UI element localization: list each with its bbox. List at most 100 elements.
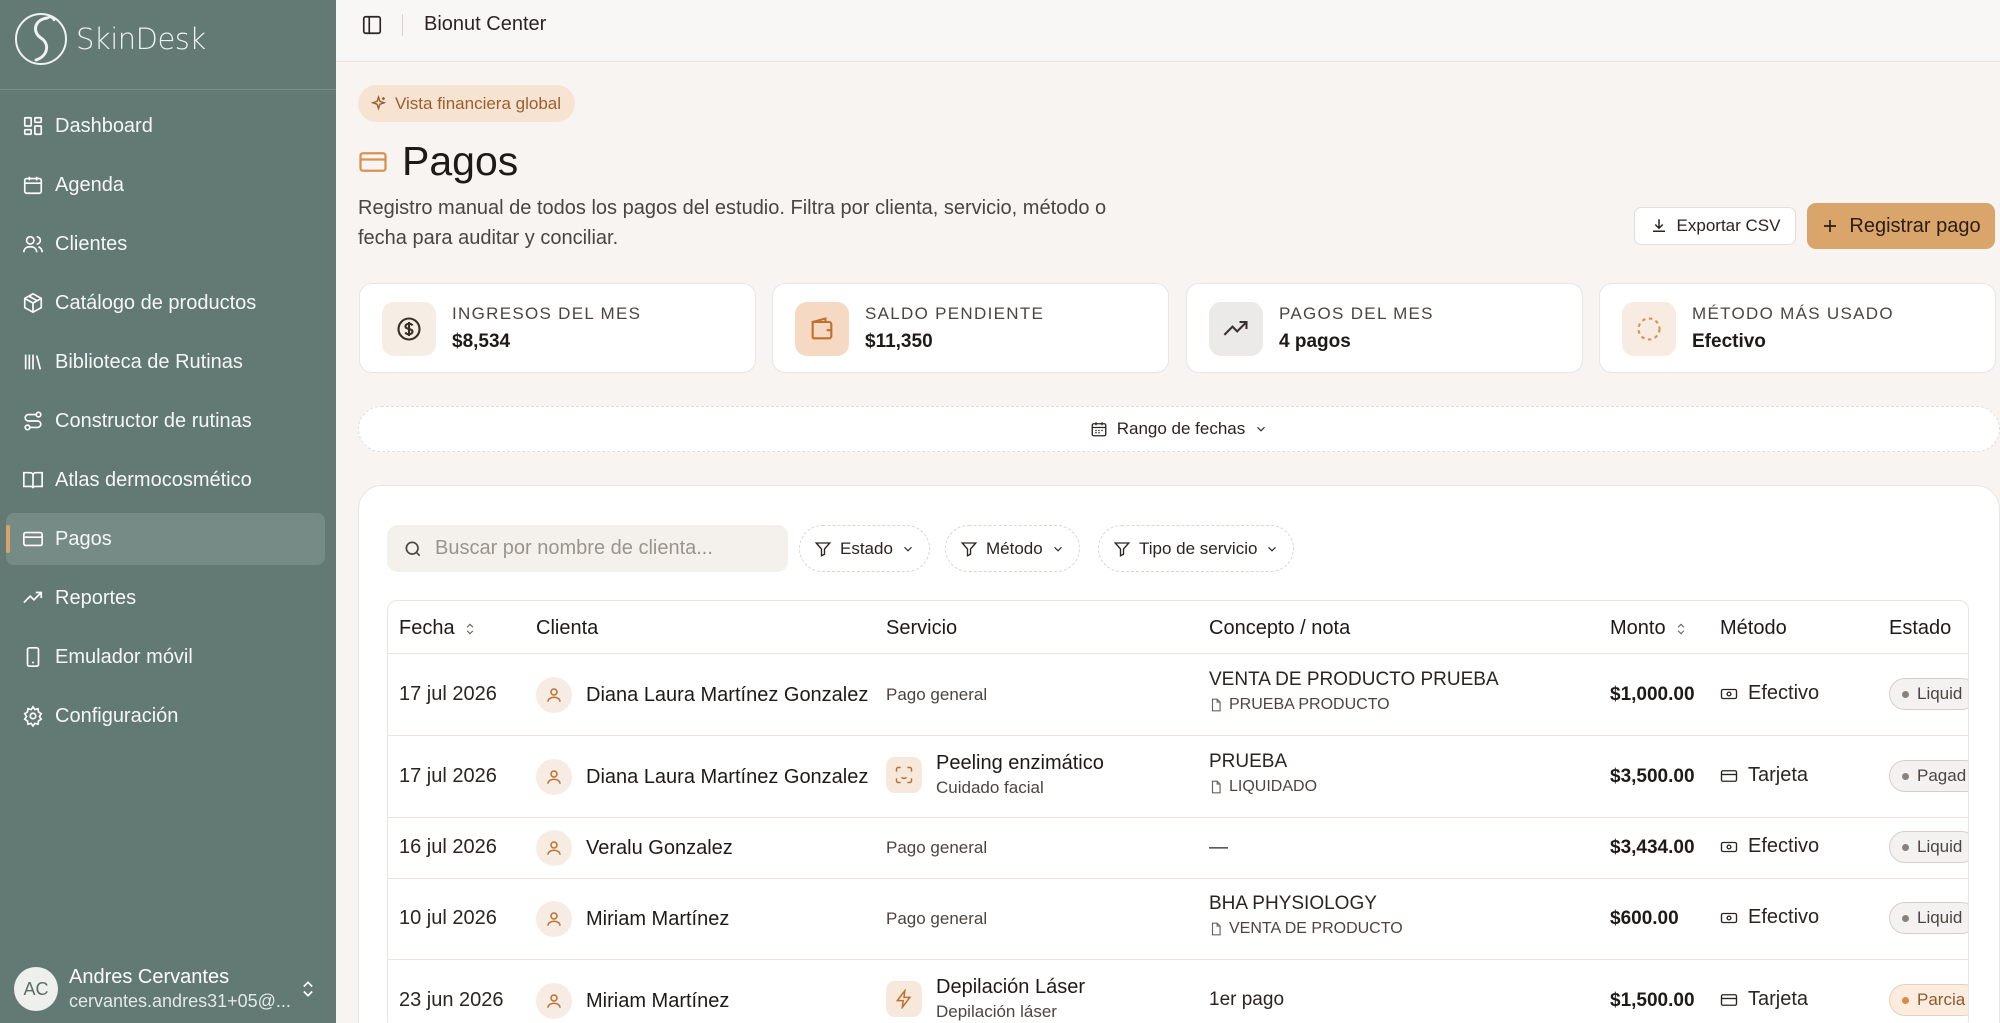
row-concept: 1er pago	[1209, 989, 1285, 1010]
export-csv-button[interactable]: Exportar CSV	[1634, 207, 1796, 245]
row-method: Efectivo	[1720, 682, 1819, 705]
stat-icon-wrap	[795, 302, 849, 356]
register-payment-button[interactable]: Registrar pago	[1807, 203, 1995, 249]
stat-value: $11,350	[865, 331, 933, 352]
table-row[interactable]: 23 jun 2026 Miriam Martínez Depilación L…	[388, 960, 1968, 1023]
row-concept: VENTA DE PRODUCTO PRUEBA PRUEBA PRODUCTO	[1209, 666, 1499, 714]
page-title-wrap: Pagos	[358, 138, 518, 185]
column-header-estado: Estado	[1889, 617, 1951, 640]
sidebar-item-label: Reportes	[55, 586, 137, 609]
row-concept: BHA PHYSIOLOGY VENTA DE PRODUCTO	[1209, 890, 1403, 938]
filter-metodo[interactable]: Método	[945, 525, 1080, 572]
breadcrumb[interactable]: Bionut Center	[424, 13, 546, 36]
page-title: Pagos	[402, 138, 519, 184]
sidebar-item-biblioteca[interactable]: Biblioteca de Rutinas	[6, 336, 325, 388]
client-name: Diana Laura Martínez Gonzalez	[586, 765, 869, 788]
face-scan-icon	[895, 766, 913, 784]
dashboard-icon	[23, 116, 43, 136]
sidebar-item-pagos[interactable]: Pagos	[6, 513, 325, 565]
sidebar-item-catalogo[interactable]: Catálogo de productos	[6, 277, 325, 329]
filter-tipo-servicio[interactable]: Tipo de servicio	[1098, 525, 1295, 572]
column-header-monto[interactable]: Monto	[1610, 617, 1688, 640]
sidebar-divider	[0, 89, 336, 90]
banknote-icon	[1720, 912, 1738, 923]
stat-card-pagos-mes: PAGOS DEL MES 4 pagos	[1186, 283, 1583, 373]
column-header-fecha[interactable]: Fecha	[399, 617, 477, 640]
client-name: Miriam Martínez	[586, 907, 730, 930]
client-name: Veralu Gonzalez	[586, 836, 733, 859]
sparkles-icon	[370, 95, 387, 111]
status-label: Pagad	[1917, 766, 1967, 785]
route-icon	[24, 411, 42, 431]
user-name: Andres Cervantes	[69, 966, 230, 988]
row-client: Diana Laura Martínez Gonzalez	[536, 677, 868, 713]
stat-card-metodo: MÉTODO MÁS USADO Efectivo	[1599, 283, 1996, 373]
trending-up-icon	[23, 591, 43, 604]
row-amount: $600.00	[1610, 908, 1679, 929]
table-row[interactable]: 17 jul 2026 Diana Laura Martínez Gonzale…	[388, 736, 1968, 818]
status-badge: Pagad	[1889, 760, 1968, 792]
status-badge: Liquid	[1889, 902, 1968, 934]
status-dot	[1902, 690, 1909, 698]
row-status: Liquid	[1889, 678, 1968, 710]
row-concept: —	[1209, 837, 1228, 858]
library-icon	[24, 354, 42, 370]
user-menu[interactable]: AC Andres Cervantes cervantes.andres31+0…	[14, 962, 324, 1016]
file-icon	[1211, 780, 1221, 794]
row-method: Tarjeta	[1720, 988, 1808, 1011]
row-service: Peeling enzimático Cuidado facial	[886, 750, 1104, 800]
stat-label: SALDO PENDIENTE	[865, 304, 1045, 323]
sidebar-item-dashboard[interactable]: Dashboard	[6, 100, 325, 152]
sidebar-item-reportes[interactable]: Reportes	[6, 572, 325, 624]
export-csv-label: Exportar CSV	[1676, 216, 1781, 235]
filter-icon	[960, 541, 978, 557]
concept-note-text: LIQUIDADO	[1229, 778, 1318, 795]
sort-icon	[1677, 623, 1684, 634]
chevrons-up-down-icon[interactable]	[298, 978, 318, 1000]
sidebar-item-constructor[interactable]: Constructor de rutinas	[6, 395, 325, 447]
row-status: Parcia	[1889, 984, 1968, 1016]
row-service: Depilación Láser Depilación láser	[886, 974, 1085, 1023]
user-icon	[547, 688, 561, 702]
row-service: Pago general	[886, 838, 988, 857]
filter-label: Método	[986, 538, 1043, 558]
row-date: 16 jul 2026	[399, 836, 497, 858]
sidebar-item-emulador[interactable]: Emulador móvil	[6, 631, 325, 683]
table-row[interactable]: 16 jul 2026 Veralu Gonzalez Pago general…	[388, 818, 1968, 879]
date-range-button[interactable]: Rango de fechas	[358, 406, 2000, 452]
method-label: Efectivo	[1748, 835, 1820, 857]
client-avatar	[536, 677, 572, 713]
table-row[interactable]: 17 jul 2026 Diana Laura Martínez Gonzale…	[388, 654, 1968, 736]
sidebar-toggle-icon[interactable]	[361, 14, 383, 36]
row-client: Diana Laura Martínez Gonzalez	[536, 759, 868, 795]
users-icon	[23, 235, 43, 253]
table-row[interactable]: 10 jul 2026 Miriam Martínez Pago general…	[388, 879, 1968, 960]
column-header-metodo: Método	[1720, 617, 1787, 640]
sidebar-item-agenda[interactable]: Agenda	[6, 159, 325, 211]
sidebar-item-configuracion[interactable]: Configuración	[6, 690, 325, 742]
method-label: Efectivo	[1748, 906, 1820, 928]
sidebar-item-label: Configuración	[55, 704, 179, 727]
file-icon	[1211, 698, 1221, 712]
concept-note: PRUEBA PRODUCTO	[1209, 696, 1499, 714]
concept-note: VENTA DE PRODUCTO	[1209, 920, 1403, 938]
method-label: Efectivo	[1748, 682, 1820, 704]
stat-card-ingresos: INGRESOS DEL MES $8,534	[359, 283, 756, 373]
calendar-icon	[23, 176, 43, 195]
sidebar-item-atlas[interactable]: Atlas dermocosmético	[6, 454, 325, 506]
filter-estado[interactable]: Estado	[799, 525, 930, 572]
sidebar-item-label: Emulador móvil	[55, 645, 193, 668]
column-header-label: Fecha	[399, 617, 455, 639]
client-avatar	[536, 830, 572, 866]
avatar: AC	[14, 967, 58, 1011]
app-logo[interactable]: SkinDesk	[14, 8, 206, 70]
row-method: Tarjeta	[1720, 764, 1808, 787]
sidebar-item-label: Atlas dermocosmético	[55, 468, 252, 491]
user-icon	[547, 841, 561, 855]
search-box	[387, 525, 788, 572]
row-amount: $3,500.00	[1610, 766, 1695, 787]
search-input[interactable]	[435, 537, 765, 560]
filter-icon	[1113, 541, 1131, 557]
sidebar-item-clientes[interactable]: Clientes	[6, 218, 325, 270]
page-subtitle: Registro manual de todos los pagos del e…	[358, 197, 1107, 249]
